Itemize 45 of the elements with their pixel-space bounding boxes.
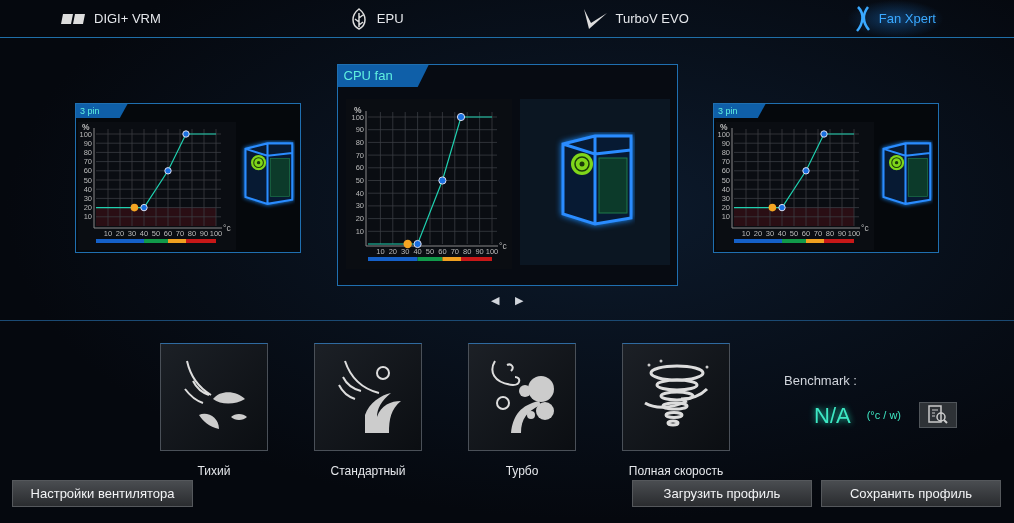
axis-label: %: [720, 122, 728, 132]
tab[interactable]: DIGI+ VRM: [52, 0, 169, 38]
fan-mode-label: Полная скорость: [628, 463, 724, 480]
axis-label: °c: [223, 223, 231, 233]
fan-card-title: CPU fan: [337, 65, 429, 87]
current-point: [130, 203, 139, 212]
current-point: [403, 239, 412, 249]
fan-mode-button[interactable]: [468, 343, 576, 451]
curve-point[interactable]: [802, 167, 810, 175]
curve-point[interactable]: [820, 130, 828, 138]
curve-point[interactable]: [140, 203, 148, 212]
fan-mode-button[interactable]: [314, 343, 422, 451]
fan-mode-button[interactable]: [160, 343, 268, 451]
next-button[interactable]: ▶: [515, 293, 523, 307]
axis-label: %: [353, 105, 362, 115]
tab[interactable]: Fan Xpert: [846, 0, 944, 38]
load-profile-button[interactable]: Загрузить профиль: [632, 480, 812, 507]
report-search-button[interactable]: [919, 402, 958, 428]
fan-settings-button[interactable]: Настройки вентилятора: [12, 480, 193, 507]
axis-label: °c: [861, 223, 869, 233]
curve-point[interactable]: [456, 112, 465, 122]
curve-point[interactable]: [182, 130, 190, 138]
axis-label: %: [82, 122, 90, 132]
save-profile-button[interactable]: Сохранить профиль: [821, 480, 1001, 507]
tab[interactable]: EPU: [340, 0, 412, 38]
benchmark-label: Benchmark :: [784, 372, 858, 390]
fan-mode-button[interactable]: [622, 343, 730, 451]
benchmark-unit: (°c / w): [866, 407, 902, 423]
curve-point[interactable]: [164, 167, 172, 175]
logo-icon: [60, 12, 86, 25]
fan-card-title: 3 pin: [76, 104, 128, 118]
fan-mode-label: Турбо: [505, 463, 539, 480]
curve-point[interactable]: [413, 239, 422, 249]
fan-mode-label: Стандартный: [330, 463, 406, 480]
previous-button[interactable]: ◀: [491, 293, 499, 307]
report-search-icon: [927, 405, 950, 425]
fan-card-title: 3 pin: [714, 104, 766, 118]
curve-point[interactable]: [778, 203, 786, 212]
current-point: [768, 203, 777, 212]
tab[interactable]: TurboV EVO: [573, 0, 697, 38]
fan-mode-label: Тихий: [197, 463, 231, 480]
curve-point[interactable]: [437, 176, 446, 185]
axis-label: °c: [498, 241, 507, 251]
benchmark-value: N/A: [814, 401, 851, 430]
x-shaped-icon: [854, 5, 871, 32]
